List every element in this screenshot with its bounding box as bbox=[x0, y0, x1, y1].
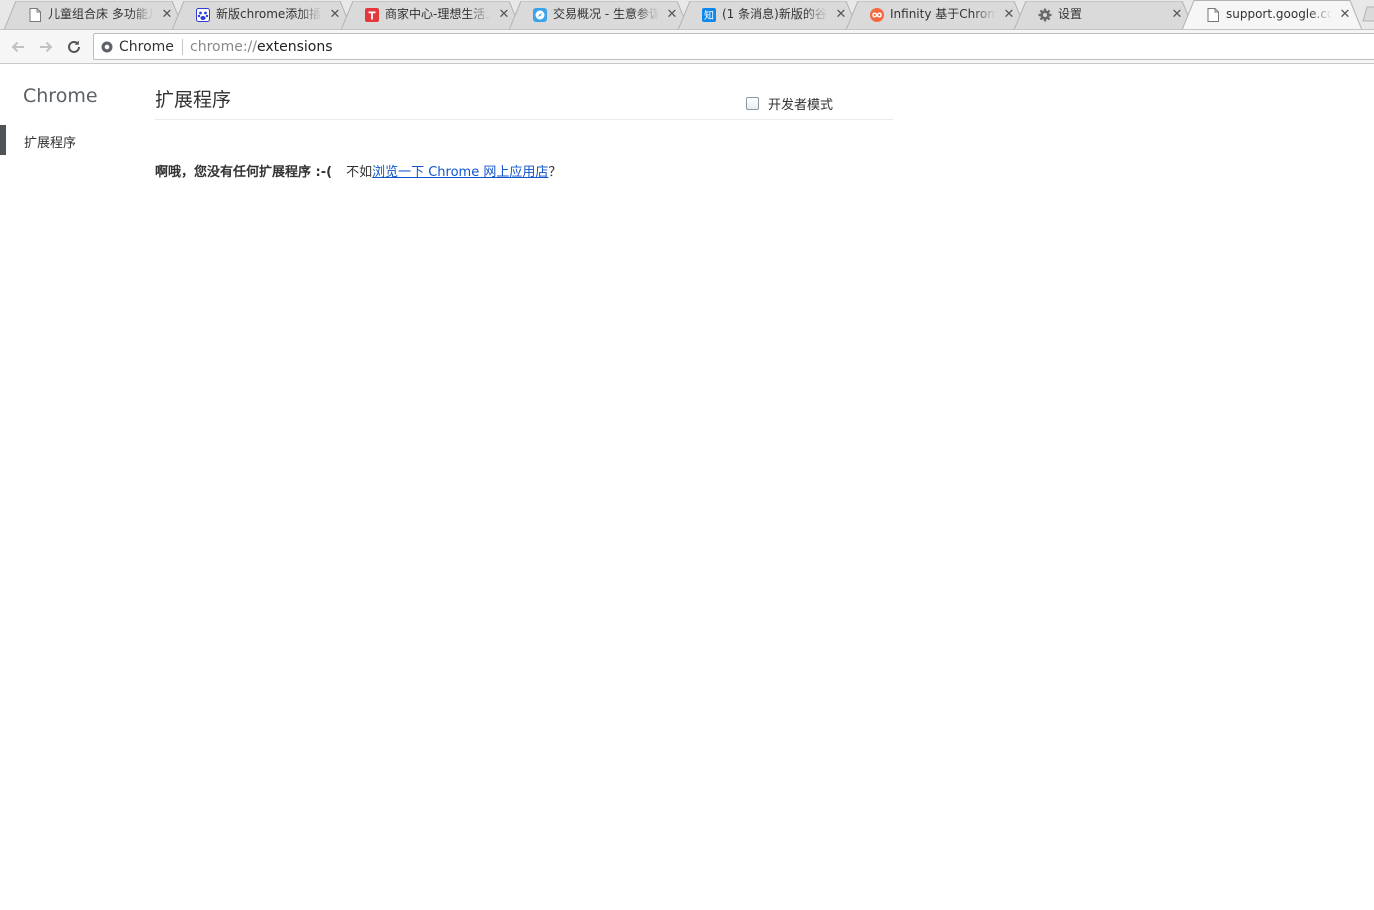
tab-title: Infinity 基于Chrome bbox=[890, 7, 996, 21]
empty-state-suffix: ？ bbox=[548, 165, 562, 180]
svg-text:知: 知 bbox=[704, 9, 714, 22]
tab-title: 设置 bbox=[1058, 7, 1083, 21]
tab-title: 儿童组合床 多功能儿童床 bbox=[48, 7, 154, 21]
developer-mode-checkbox[interactable] bbox=[746, 96, 759, 110]
tab-title: 商家中心-理想生活上天猫 bbox=[385, 7, 491, 21]
page-icon bbox=[1206, 8, 1220, 22]
tab-1[interactable]: 新版chrome添加插件 ✕ bbox=[172, 1, 352, 29]
infinity-icon bbox=[870, 8, 884, 22]
close-icon[interactable]: ✕ bbox=[1338, 8, 1352, 22]
empty-state-headline: 啊哦，您没有任何扩展程序 :-( bbox=[155, 165, 333, 180]
empty-state-prefix: 不如 bbox=[346, 165, 373, 180]
url-scheme: chrome:// bbox=[190, 39, 257, 55]
tmall-icon bbox=[365, 8, 379, 22]
extensions-page: Chrome 扩展程序 扩展程序 开发者模式 啊哦，您没有任何扩展程序 :-( 不… bbox=[0, 65, 1374, 910]
chrome-page-icon bbox=[101, 41, 113, 53]
tab-3[interactable]: 交易概况 - 生意参谋 ✕ bbox=[509, 1, 689, 29]
sidebar-header: Chrome bbox=[23, 85, 98, 107]
tab-0[interactable]: 儿童组合床 多功能儿童床 ✕ bbox=[4, 1, 184, 29]
tab-6[interactable]: 设置 ✕ bbox=[1014, 1, 1194, 29]
page-icon bbox=[28, 8, 42, 22]
sidebar-item-extensions[interactable]: 扩展程序 bbox=[0, 125, 140, 155]
page-title: 扩展程序 bbox=[155, 89, 232, 111]
tab-title: (1 条消息)新版的谷歌 bbox=[722, 7, 828, 21]
tab-title: 新版chrome添加插件 bbox=[216, 7, 322, 21]
zhihu-icon: 知 bbox=[702, 8, 716, 22]
baidu-paw-icon bbox=[196, 8, 210, 22]
tab-4[interactable]: 知 (1 条消息)新版的谷歌 ✕ bbox=[678, 1, 858, 29]
tab-strip: 儿童组合床 多功能儿童床 ✕ 新版chrome添加插件 ✕ 商家中心-理想生活上… bbox=[0, 0, 1374, 30]
web-store-link[interactable]: 浏览一下 Chrome 网上应用店 bbox=[372, 165, 548, 180]
chip-divider bbox=[182, 39, 183, 55]
sidebar-item-label: 扩展程序 bbox=[24, 136, 77, 151]
tab-5[interactable]: Infinity 基于Chrome ✕ bbox=[846, 1, 1026, 29]
forward-button[interactable] bbox=[36, 37, 56, 57]
address-bar[interactable]: Chrome chrome://extensions bbox=[93, 33, 1374, 60]
security-chip-label[interactable]: Chrome bbox=[119, 39, 174, 55]
developer-mode-toggle[interactable]: 开发者模式 bbox=[746, 95, 834, 113]
new-tab-button[interactable] bbox=[1362, 6, 1374, 22]
url-text[interactable]: chrome://extensions bbox=[190, 39, 333, 55]
back-button[interactable] bbox=[8, 37, 28, 57]
header-divider bbox=[155, 119, 893, 120]
gear-icon bbox=[1038, 8, 1052, 22]
tab-title: 交易概况 - 生意参谋 bbox=[553, 7, 659, 21]
toolbar: Chrome chrome://extensions bbox=[0, 30, 1374, 64]
reload-button[interactable] bbox=[64, 37, 84, 57]
tab-title: support.google.com bbox=[1226, 7, 1332, 21]
selected-indicator bbox=[0, 125, 6, 155]
tab-2[interactable]: 商家中心-理想生活上天猫 ✕ bbox=[341, 1, 521, 29]
tab-7[interactable]: support.google.com ✕ bbox=[1182, 0, 1362, 29]
reload-icon bbox=[68, 40, 80, 53]
close-icon[interactable]: ✕ bbox=[328, 8, 342, 22]
developer-mode-label: 开发者模式 bbox=[768, 97, 834, 113]
back-arrow-icon bbox=[11, 41, 24, 53]
empty-state-message: 啊哦，您没有任何扩展程序 :-( 不如浏览一下 Chrome 网上应用店？ bbox=[155, 161, 561, 180]
url-host: extensions bbox=[257, 39, 333, 55]
forward-arrow-icon bbox=[40, 41, 53, 53]
close-icon[interactable]: ✕ bbox=[665, 8, 679, 22]
compass-icon bbox=[533, 8, 547, 22]
